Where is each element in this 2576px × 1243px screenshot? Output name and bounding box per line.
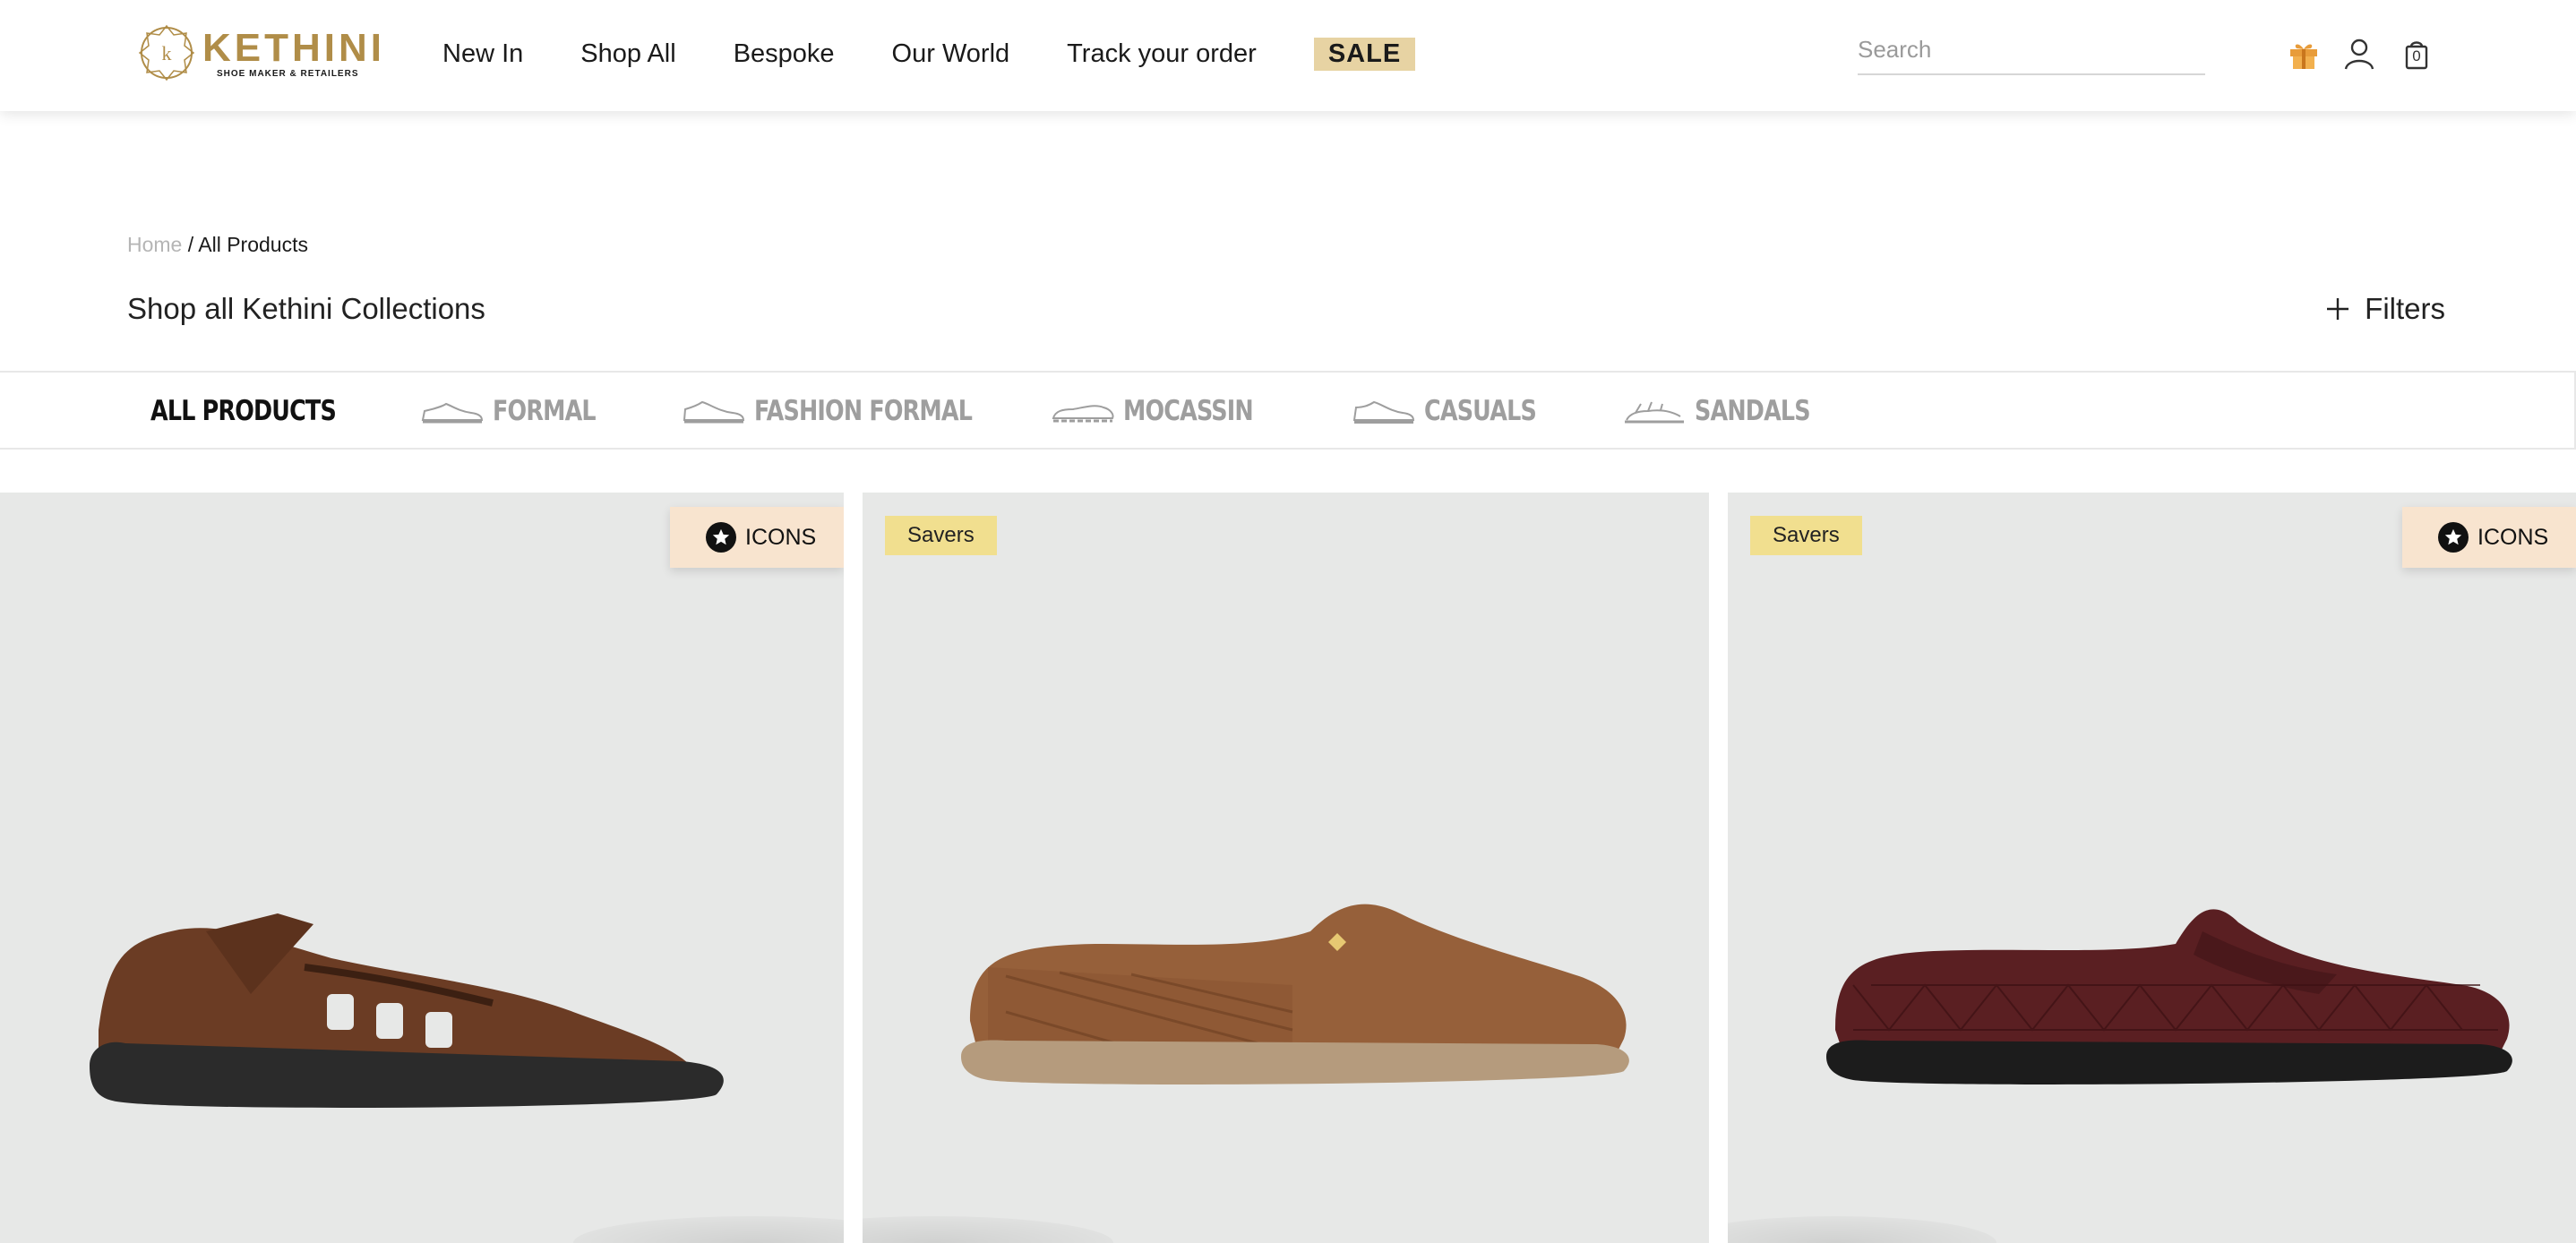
breadcrumb-current: All Products <box>198 233 308 256</box>
product-image-mocassin <box>961 904 1629 1084</box>
nav-new-in[interactable]: New In <box>442 39 523 69</box>
fashion-formal-shoe-icon <box>683 400 745 424</box>
category-label: Casuals <box>1424 395 1537 427</box>
category-label: All Products <box>150 395 337 427</box>
user-icon[interactable] <box>2341 36 2377 72</box>
main-nav: New In Shop All Bespoke Our World Track … <box>442 36 1416 72</box>
product-card[interactable]: ICONS <box>0 493 844 1243</box>
bag-icon[interactable]: 0 <box>2399 36 2434 72</box>
svg-text:k: k <box>162 42 172 64</box>
casual-shoe-icon <box>1352 400 1415 424</box>
filters-label: Filters <box>2365 292 2445 325</box>
nav-track-order[interactable]: Track your order <box>1067 39 1257 69</box>
filters-button[interactable]: Filters <box>2325 292 2445 326</box>
product-image-sandal <box>90 913 724 1108</box>
product-image-penny-loafer <box>1826 909 2512 1084</box>
breadcrumb-home[interactable]: Home <box>127 233 182 256</box>
star-icon <box>2438 522 2469 553</box>
formal-shoe-icon <box>421 402 484 424</box>
breadcrumb-separator: / <box>182 233 199 256</box>
card-shadow <box>863 1216 1113 1243</box>
sandal-icon <box>1625 401 1684 424</box>
badge-label: ICONS <box>2477 524 2549 550</box>
category-casuals[interactable]: Casuals <box>1351 373 1560 450</box>
brand-tagline: SHOE MAKER & RETAILERS <box>217 68 359 79</box>
logo-mark-icon: k <box>138 24 195 81</box>
category-formal[interactable]: Formal <box>419 373 618 450</box>
search-input[interactable] <box>1858 32 2205 75</box>
category-label: Sandals <box>1695 395 1811 427</box>
plus-icon <box>2327 298 2349 320</box>
savers-badge: Savers <box>1750 516 1862 555</box>
icons-badge: ICONS <box>670 507 844 568</box>
nav-our-world[interactable]: Our World <box>892 39 1010 69</box>
nav-bespoke[interactable]: Bespoke <box>734 39 835 69</box>
nav-sale[interactable]: SALE <box>1313 37 1416 71</box>
category-label: Mocassin <box>1123 395 1254 427</box>
category-label: Fashion Formal <box>754 395 973 427</box>
card-shadow <box>573 1216 844 1243</box>
category-sandals[interactable]: Sandals <box>1621 373 1835 450</box>
page-title: Shop all Kethini Collections <box>127 292 485 325</box>
savers-badge: Savers <box>885 516 997 555</box>
site-header: k KETHINI SHOE MAKER & RETAILERS New In … <box>0 0 2576 111</box>
category-all-products[interactable]: All Products <box>150 373 376 450</box>
category-fashion-formal[interactable]: Fashion Formal <box>681 373 1020 450</box>
badge-label: ICONS <box>745 524 817 550</box>
breadcrumb: Home / All Products <box>127 233 308 257</box>
nav-shop-all[interactable]: Shop All <box>580 39 675 69</box>
card-shadow <box>1728 1216 1996 1243</box>
product-card[interactable]: Savers <box>863 493 1709 1243</box>
product-card[interactable]: Savers ICONS <box>1728 493 2576 1243</box>
brand-name: KETHINI <box>202 25 385 70</box>
category-mocassin[interactable]: Mocassin <box>1050 373 1282 450</box>
cart-count: 0 <box>2412 47 2421 64</box>
star-icon <box>706 522 736 553</box>
gift-icon[interactable] <box>2286 36 2322 72</box>
mocassin-icon <box>1052 405 1114 423</box>
category-label: Formal <box>493 395 597 427</box>
category-bar: All Products Formal Fashion Formal Mocas… <box>0 371 2576 450</box>
brand-logo[interactable]: k KETHINI SHOE MAKER & RETAILERS <box>136 21 382 84</box>
icons-badge: ICONS <box>2402 507 2576 568</box>
